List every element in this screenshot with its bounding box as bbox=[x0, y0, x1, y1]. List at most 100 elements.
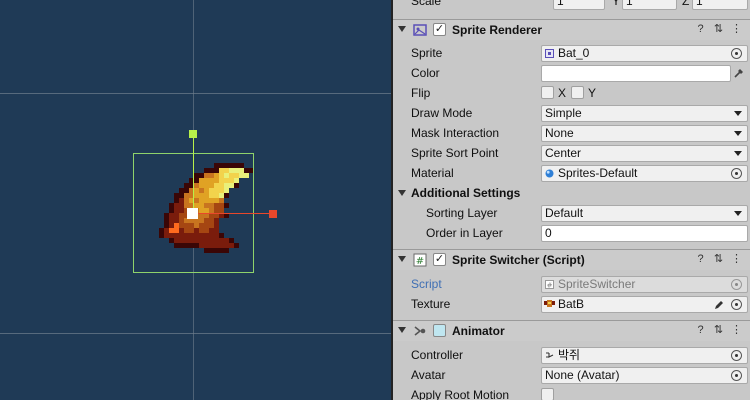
apply-root-motion-row: Apply Root Motion bbox=[393, 385, 750, 400]
texture-label: Texture bbox=[411, 297, 451, 311]
avatar-value: None (Avatar) bbox=[545, 368, 620, 382]
flip-x-checkbox[interactable] bbox=[541, 86, 554, 99]
sprite-field[interactable]: Bat_0 bbox=[541, 45, 748, 62]
sprite-renderer-enabled-checkbox[interactable]: ✓ bbox=[433, 23, 446, 36]
foldout-arrow-icon[interactable] bbox=[398, 26, 406, 32]
sorting-layer-dropdown[interactable]: Default bbox=[541, 205, 748, 222]
sprite-switcher-header[interactable]: # ✓ Sprite Switcher (Script) ? ⇅ ⋮ bbox=[393, 249, 750, 270]
move-gizmo-y-handle[interactable] bbox=[189, 130, 197, 138]
foldout-arrow-icon[interactable] bbox=[398, 190, 406, 196]
foldout-arrow-icon[interactable] bbox=[398, 327, 406, 333]
sprite-row: Sprite Bat_0 bbox=[393, 43, 750, 63]
material-sphere-icon bbox=[545, 169, 554, 178]
texture-row: Texture BatB bbox=[393, 294, 750, 314]
draw-mode-label: Draw Mode bbox=[411, 106, 473, 120]
object-picker-icon[interactable] bbox=[731, 48, 742, 59]
object-picker-icon[interactable] bbox=[731, 350, 742, 361]
texture-value: BatB bbox=[558, 297, 585, 311]
move-gizmo-x-handle[interactable] bbox=[269, 210, 277, 218]
flip-y-checkbox[interactable] bbox=[571, 86, 584, 99]
sprite-sort-point-label: Sprite Sort Point bbox=[411, 146, 499, 160]
move-gizmo-x-axis bbox=[193, 213, 270, 214]
scale-y-field[interactable]: 1 bbox=[622, 0, 677, 10]
additional-settings-foldout[interactable]: Additional Settings bbox=[393, 183, 750, 203]
flip-row: Flip X Y bbox=[393, 83, 750, 103]
avatar-field[interactable]: None (Avatar) bbox=[541, 367, 748, 384]
texture-field[interactable]: BatB bbox=[541, 296, 748, 313]
controller-field[interactable]: 박쥐 bbox=[541, 347, 748, 364]
move-gizmo-y-axis bbox=[193, 134, 194, 214]
scale-z-label: Z bbox=[682, 0, 690, 8]
sprite-value: Bat_0 bbox=[558, 46, 590, 60]
sprite-renderer-header[interactable]: ✓ Sprite Renderer ? ⇅ ⋮ bbox=[393, 19, 750, 40]
scale-z-field[interactable]: 1 bbox=[692, 0, 748, 10]
object-picker-icon[interactable] bbox=[731, 299, 742, 310]
avatar-row: Avatar None (Avatar) bbox=[393, 365, 750, 385]
draw-mode-value: Simple bbox=[545, 106, 582, 120]
chevron-down-icon bbox=[734, 211, 742, 216]
help-icon[interactable]: ? bbox=[694, 253, 707, 266]
context-menu-icon[interactable]: ⋮ bbox=[730, 253, 743, 266]
material-field[interactable]: Sprites-Default bbox=[541, 165, 748, 182]
sprite-sort-point-row: Sprite Sort Point Center bbox=[393, 143, 750, 163]
additional-settings-title: Additional Settings bbox=[411, 186, 521, 200]
material-label: Material bbox=[411, 166, 454, 180]
grid-line bbox=[0, 93, 391, 94]
flip-y-label: Y bbox=[588, 86, 597, 100]
chevron-down-icon bbox=[734, 111, 742, 116]
edit-pencil-icon[interactable] bbox=[713, 299, 725, 311]
sorting-layer-row: Sorting Layer Default bbox=[393, 203, 750, 223]
bat-texture-icon bbox=[544, 300, 555, 307]
animator-title: Animator bbox=[452, 324, 505, 338]
avatar-label: Avatar bbox=[411, 368, 446, 382]
mask-interaction-value: None bbox=[545, 126, 574, 140]
script-asset-icon: # bbox=[545, 280, 554, 289]
svg-text:#: # bbox=[416, 256, 424, 267]
sprite-sort-point-dropdown[interactable]: Center bbox=[541, 145, 748, 162]
flip-label: Flip bbox=[411, 86, 431, 100]
help-icon[interactable]: ? bbox=[694, 324, 707, 337]
order-in-layer-label: Order in Layer bbox=[426, 226, 503, 240]
animator-header[interactable]: Animator ? ⇅ ⋮ bbox=[393, 320, 750, 341]
inspector-panel: Scale 1 Y 1 Z 1 ✓ Sprite Renderer ? ⇅ ⋮ … bbox=[393, 0, 750, 400]
order-in-layer-input[interactable]: 0 bbox=[541, 225, 748, 242]
preset-settings-icon[interactable]: ⇅ bbox=[712, 253, 725, 266]
context-menu-icon[interactable]: ⋮ bbox=[730, 324, 743, 337]
controller-value: 박쥐 bbox=[558, 348, 581, 362]
color-label: Color bbox=[411, 66, 440, 80]
scale-x-field[interactable]: 1 bbox=[553, 0, 605, 10]
sprite-label: Sprite bbox=[411, 46, 443, 60]
preset-settings-icon[interactable]: ⇅ bbox=[712, 23, 725, 36]
help-icon[interactable]: ? bbox=[694, 23, 707, 36]
mask-interaction-row: Mask Interaction None bbox=[393, 123, 750, 143]
context-menu-icon[interactable]: ⋮ bbox=[730, 23, 743, 36]
chevron-down-icon bbox=[734, 151, 742, 156]
preset-settings-icon[interactable]: ⇅ bbox=[712, 324, 725, 337]
scene-view[interactable] bbox=[0, 0, 391, 400]
order-in-layer-row: Order in Layer 0 bbox=[393, 223, 750, 243]
object-picker-icon[interactable] bbox=[731, 168, 742, 179]
script-label: Script bbox=[411, 277, 442, 291]
draw-mode-row: Draw Mode Simple bbox=[393, 103, 750, 123]
mask-interaction-label: Mask Interaction bbox=[411, 126, 500, 140]
material-row: Material Sprites-Default bbox=[393, 163, 750, 183]
object-picker-icon[interactable] bbox=[731, 370, 742, 381]
animator-icon bbox=[414, 326, 426, 336]
mask-interaction-dropdown[interactable]: None bbox=[541, 125, 748, 142]
script-row: Script # SpriteSwitcher bbox=[393, 274, 750, 294]
animator-enabled-checkbox[interactable] bbox=[433, 324, 446, 337]
material-value: Sprites-Default bbox=[558, 166, 638, 180]
eyedropper-icon[interactable] bbox=[733, 67, 745, 79]
sprite-sort-point-value: Center bbox=[545, 146, 582, 160]
move-gizmo-center[interactable] bbox=[187, 208, 198, 219]
apply-root-motion-checkbox[interactable] bbox=[541, 388, 554, 400]
sprite-switcher-enabled-checkbox[interactable]: ✓ bbox=[433, 253, 446, 266]
sorting-layer-value: Default bbox=[545, 206, 584, 220]
color-swatch[interactable] bbox=[541, 65, 731, 82]
svg-text:#: # bbox=[547, 282, 553, 290]
object-picker-icon bbox=[731, 279, 742, 290]
scale-label: Scale bbox=[411, 0, 442, 8]
grid-line bbox=[0, 333, 391, 334]
foldout-arrow-icon[interactable] bbox=[398, 256, 406, 262]
draw-mode-dropdown[interactable]: Simple bbox=[541, 105, 748, 122]
